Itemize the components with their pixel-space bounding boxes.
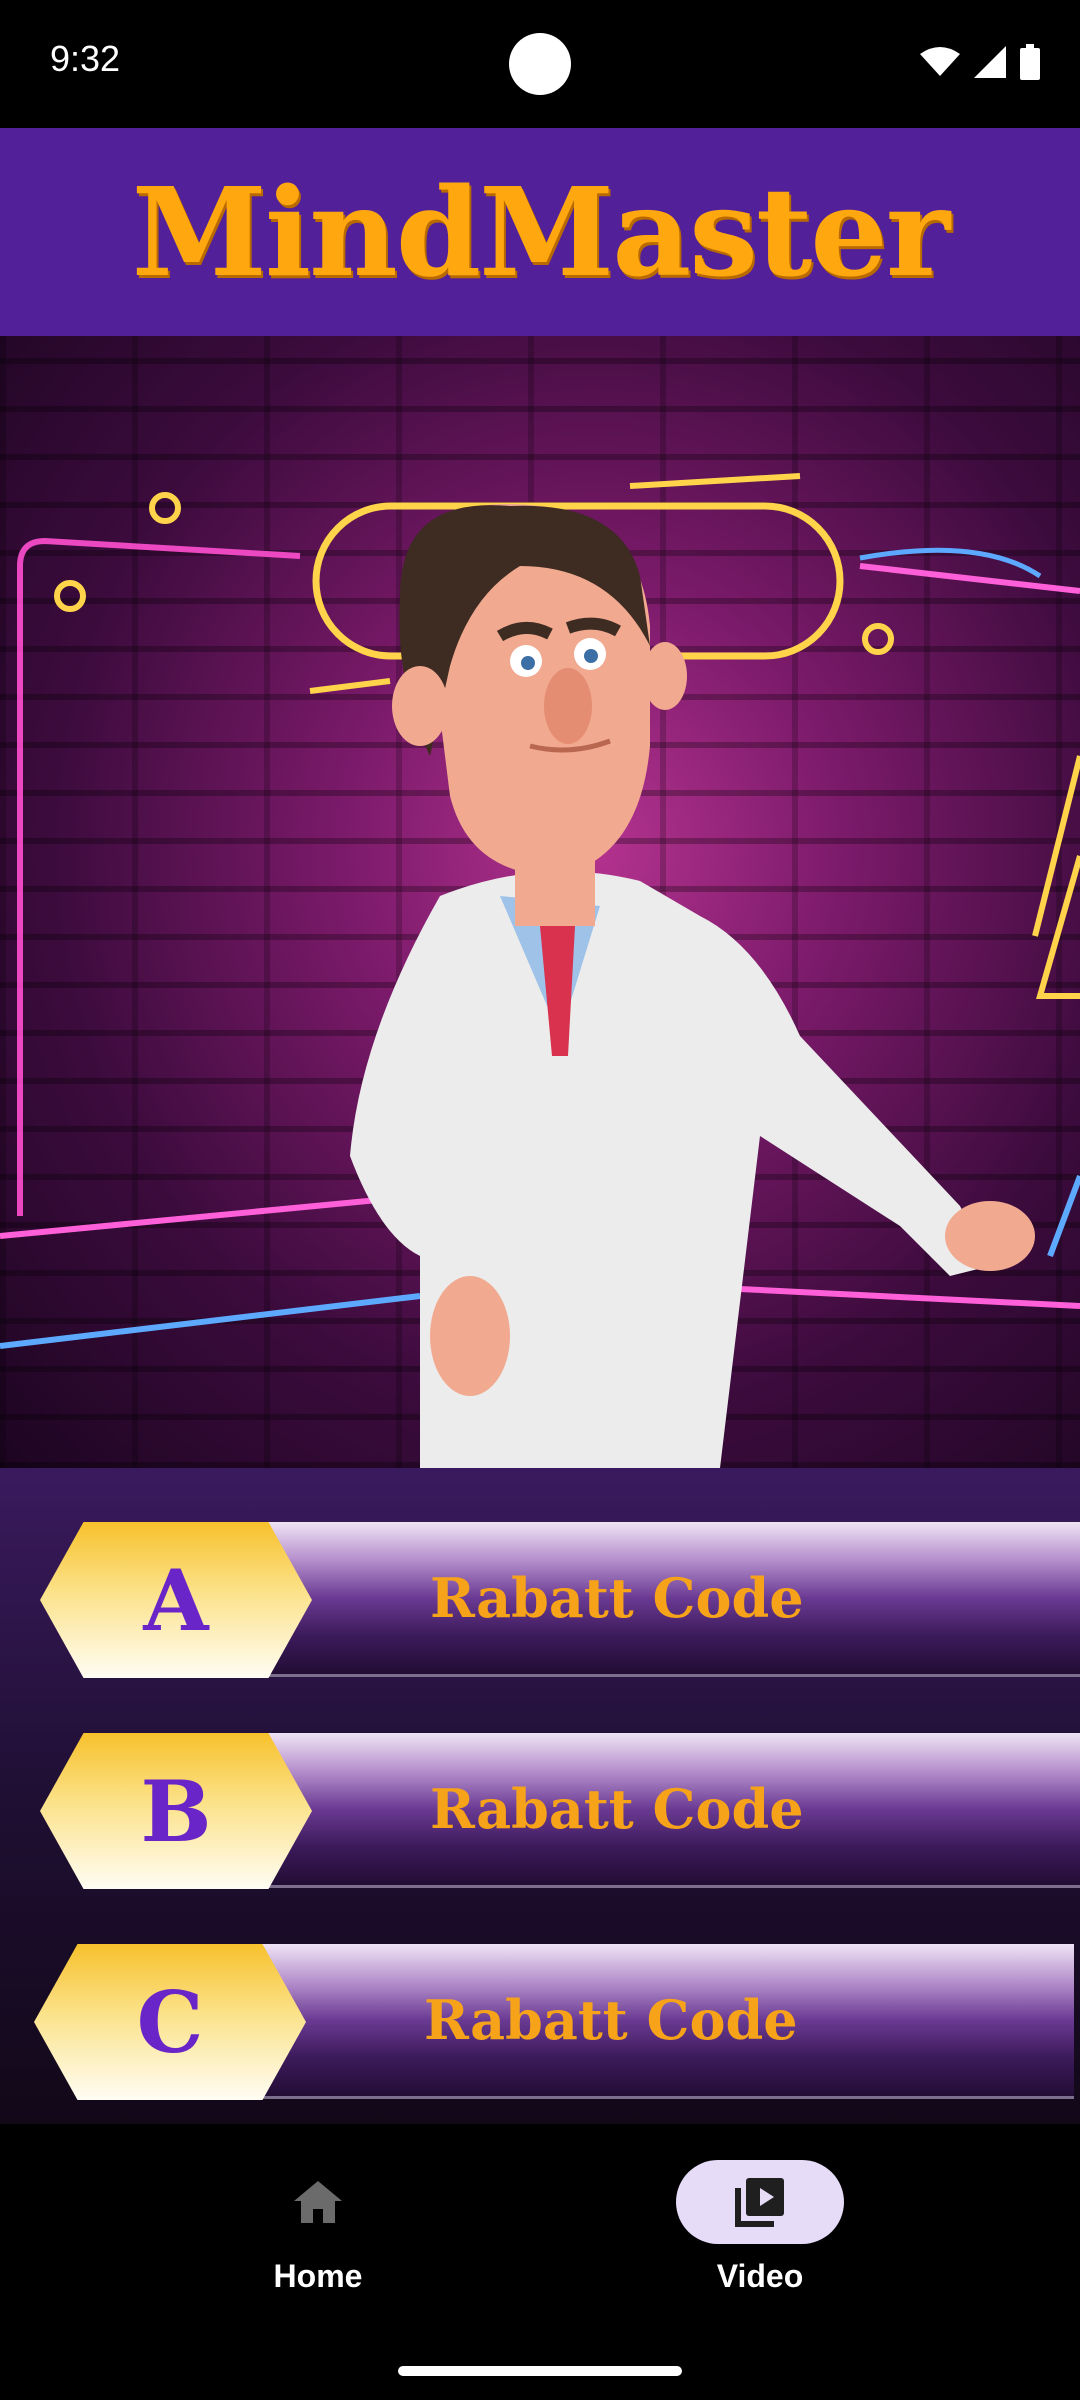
- nav-video-indicator[interactable]: [676, 2160, 844, 2244]
- option-c[interactable]: Rabatt Code C: [34, 1944, 1074, 2100]
- option-letter: C: [136, 1972, 204, 2072]
- hero-image: [0, 336, 1080, 1468]
- option-label: Rabatt Code: [430, 1566, 804, 1630]
- option-letter-badge: C: [34, 1944, 306, 2100]
- signal-icon: [974, 46, 1006, 78]
- home-icon: [294, 2181, 342, 2223]
- status-icons: [920, 44, 1040, 80]
- video-library-icon: [735, 2178, 784, 2227]
- option-letter-badge: A: [40, 1522, 312, 1678]
- nav-video-label[interactable]: Video: [610, 2258, 910, 2295]
- options-list: Rabatt Code A Rabatt Code B Rabatt Code …: [0, 1468, 1080, 2124]
- nav-home-indicator[interactable]: [234, 2160, 402, 2244]
- option-letter: B: [140, 1761, 212, 1861]
- option-letter: A: [143, 1550, 209, 1650]
- option-letter-badge: B: [40, 1733, 312, 1889]
- option-b[interactable]: Rabatt Code B: [40, 1733, 1080, 1889]
- neon-scene: [0, 473, 1080, 1468]
- option-a[interactable]: Rabatt Code A: [40, 1522, 1080, 1678]
- nav-item-home[interactable]: Home: [168, 2160, 468, 2295]
- option-label: Rabatt Code: [424, 1988, 798, 2052]
- nav-item-video[interactable]: Video: [610, 2160, 910, 2295]
- status-time: 9:32: [50, 38, 121, 79]
- nav-home-label[interactable]: Home: [168, 2258, 468, 2295]
- option-label: Rabatt Code: [430, 1777, 804, 1841]
- bottom-navigation: Home Video: [0, 2124, 1080, 2400]
- status-bar: 9:32: [0, 0, 1080, 128]
- battery-icon: [1020, 44, 1040, 80]
- option-bar[interactable]: Rabatt Code: [230, 1733, 1080, 1888]
- camera-cutout: [509, 33, 571, 95]
- app-header: MindMaster: [0, 128, 1080, 336]
- app-title: MindMaster: [131, 160, 950, 304]
- option-bar[interactable]: Rabatt Code: [230, 1522, 1080, 1677]
- gesture-handle[interactable]: [398, 2366, 682, 2376]
- wifi-icon: [920, 47, 960, 76]
- option-bar[interactable]: Rabatt Code: [224, 1944, 1074, 2099]
